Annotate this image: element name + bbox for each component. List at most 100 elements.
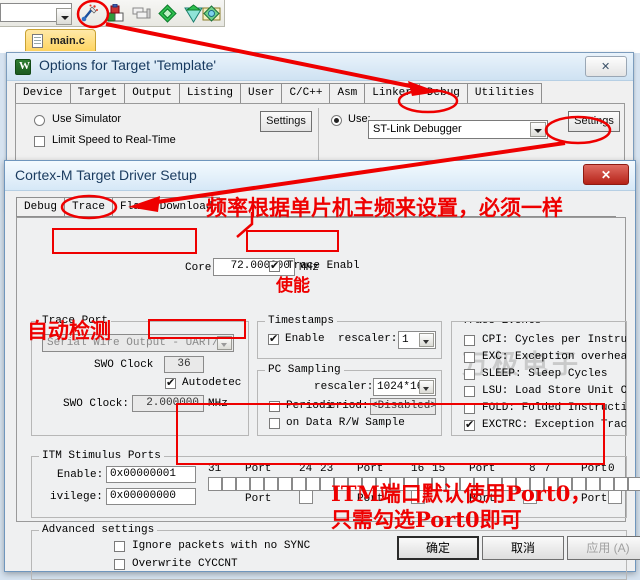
ok-button[interactable]: 确定 [397,536,479,560]
itm-port-checkbox-14[interactable] [446,477,460,491]
itm-enable-input[interactable]: 0x00000001 [106,466,196,483]
chevron-down-icon[interactable] [419,333,434,347]
use-debugger-radio[interactable] [331,115,342,126]
itm-port-checkbox-26[interactable] [278,477,292,491]
itm-port-checkbox-22[interactable] [334,477,348,491]
itm-port-checkbox-4[interactable] [586,477,600,491]
cortex-tab-bar: Debug Trace Flash Download [16,197,221,217]
cancel-button[interactable]: 取消 [482,536,564,560]
limit-speed-checkbox[interactable] [34,136,45,147]
options-target-icon[interactable] [158,4,177,23]
sleep-checkbox[interactable] [464,369,475,380]
use-simulator-radio[interactable] [34,115,45,126]
project-target-combo[interactable] [0,3,72,25]
tab-linker[interactable]: Linker [364,83,420,103]
itm-port-checkbox-21[interactable] [348,477,362,491]
cortex-title-bar: Cortex-M Target Driver Setup [5,161,635,191]
itm-port-checkbox-10[interactable] [502,477,516,491]
tab-user[interactable]: User [240,83,283,103]
itm-port-checkbox-1[interactable] [628,477,640,491]
batch-build-icon[interactable] [132,4,151,23]
trace-enable-checkbox[interactable] [269,259,280,272]
apply-button[interactable]: 应用 (A) [567,536,640,560]
itm-port-checkbox-13[interactable] [460,477,474,491]
itm-privilege-input[interactable]: 0x00000000 [106,488,196,505]
itm-port-checkbox-7[interactable] [544,477,558,491]
itm-port-checkbox-29[interactable] [236,477,250,491]
periodic-checkbox[interactable] [269,401,280,412]
cortex-close-button[interactable] [583,164,629,185]
itm-port-checkbox-12[interactable] [474,477,488,491]
itm-bit-label-15: 15 [432,463,446,475]
tab-utilities[interactable]: Utilities [466,83,543,103]
chevron-down-icon[interactable] [217,336,232,350]
config-wizard-icon[interactable] [80,4,99,23]
itm-priv-checkbox-15-8[interactable] [523,490,537,504]
itm-port-checkbox-16[interactable] [418,477,432,491]
itm-port-checkbox-25[interactable] [292,477,306,491]
timestamps-prescaler-value: 1 [402,334,409,346]
itm-port-checkbox-11[interactable] [488,477,502,491]
tab-debug[interactable]: Debug [418,83,468,103]
manage-project-icon[interactable] [202,4,221,23]
use-simulator-label: Use Simulator [52,113,122,125]
trace-port-select[interactable]: Serial Wire Output - UART/ [42,334,234,352]
cortex-tab-trace[interactable]: Trace [64,197,114,217]
fold-checkbox[interactable] [464,403,475,414]
tab-c-cpp[interactable]: C/C++ [281,83,331,103]
timestamps-enable-label: Enable [285,333,325,345]
itm-port-checkbox-18[interactable] [390,477,404,491]
cortex-tab-debug[interactable]: Debug [16,197,66,217]
itm-port-checkbox-8[interactable] [530,477,544,491]
itm-port-checkbox-3[interactable] [600,477,614,491]
itm-bit-label-23: 23 [320,463,334,475]
chevron-down-icon[interactable] [419,380,434,394]
itm-port-checkbox-20[interactable] [362,477,376,491]
trace-settings-page: Core 72.000000 MHz Trace Enabl Trace Por… [16,217,640,580]
pc-sampling-group: PC Sampling rescaler: 1024*16 Periodi er… [257,364,442,436]
itm-port-checkbox-24[interactable] [306,477,320,491]
chevron-down-icon[interactable] [530,122,546,137]
sleep-label: SLEEP: Sleep Cycles [482,368,608,380]
build-target-icon[interactable] [106,4,125,23]
itm-port-checkbox-9[interactable] [516,477,530,491]
data-rw-sample-checkbox[interactable] [269,418,280,429]
translate-icon[interactable] [184,4,203,23]
itm-port-checkbox-31[interactable] [208,477,222,491]
debugger-settings-button[interactable]: Settings [568,111,620,132]
itm-port-checkbox-5[interactable] [572,477,586,491]
tab-asm[interactable]: Asm [329,83,366,103]
debugger-select[interactable]: ST-Link Debugger [368,120,548,139]
options-close-button[interactable] [585,56,627,77]
itm-port-checkbox-2[interactable] [614,477,628,491]
tab-output[interactable]: Output [124,83,180,103]
editor-tab-main-c[interactable]: main.c [25,29,96,51]
autodetect-checkbox[interactable] [165,376,176,389]
core-clock-input[interactable]: 72.000000 [213,258,295,276]
lsu-checkbox[interactable] [464,386,475,397]
simulator-settings-button[interactable]: Settings [260,111,312,132]
itm-port-checkbox-28[interactable] [250,477,264,491]
itm-port-checkbox-6[interactable] [558,477,572,491]
pc-sampling-prescaler-select[interactable]: 1024*16 [373,378,436,396]
itm-port-checkbox-23[interactable] [320,477,334,491]
tab-listing[interactable]: Listing [178,83,242,103]
cortex-tab-flash-download[interactable]: Flash Download [112,197,221,217]
exctrc-checkbox[interactable] [464,418,475,431]
itm-port-checkbox-15[interactable] [432,477,446,491]
itm-priv-checkbox-23-16[interactable] [411,490,425,504]
itm-port-checkbox-19[interactable] [376,477,390,491]
exc-label: EXC: Exception overhead [482,351,627,363]
itm-port-checkbox-17[interactable] [404,477,418,491]
itm-port-checkbox-30[interactable] [222,477,236,491]
tab-device[interactable]: Device [15,83,71,103]
itm-priv-checkbox-7-0[interactable] [608,490,622,504]
tab-target[interactable]: Target [69,83,126,103]
exc-checkbox[interactable] [464,352,475,363]
timestamps-prescaler-select[interactable]: 1 [398,331,436,349]
chevron-down-icon[interactable] [56,8,72,25]
itm-port-checkbox-27[interactable] [264,477,278,491]
itm-priv-checkbox-31-24[interactable] [299,490,313,504]
timestamps-enable-checkbox[interactable] [268,332,279,345]
cpi-checkbox[interactable] [464,335,475,346]
